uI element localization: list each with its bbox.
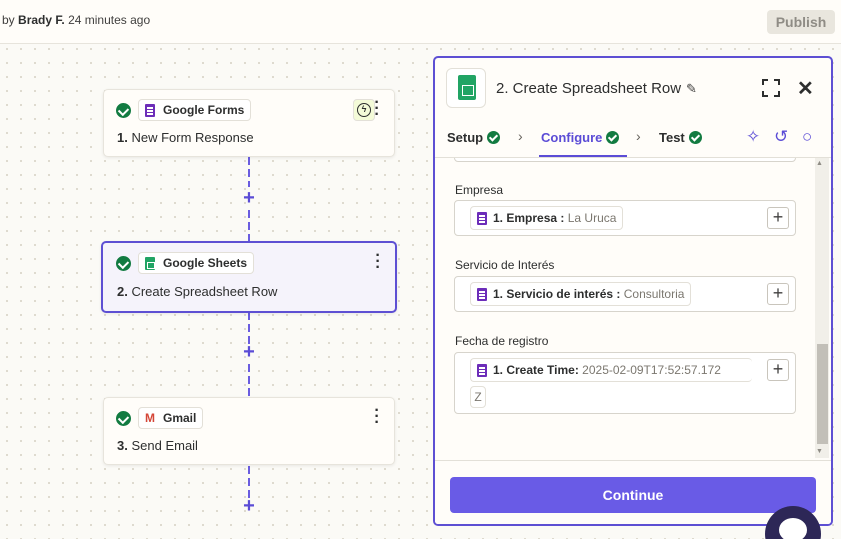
tab-test[interactable]: Test xyxy=(659,130,702,145)
panel-header: 2. Create Spreadsheet Row ✎ ✕ xyxy=(435,58,831,118)
google-forms-icon xyxy=(477,288,487,301)
check-circle-icon xyxy=(116,256,131,271)
connector-line xyxy=(248,312,250,344)
connector-line xyxy=(248,210,250,242)
add-step-plus-icon[interactable]: + xyxy=(240,342,258,362)
check-circle-icon xyxy=(116,411,131,426)
tab-setup[interactable]: Setup xyxy=(447,130,501,145)
step-card-2[interactable]: Google Sheets · · · 2. Create Spreadsheet … xyxy=(101,241,397,313)
mapped-data-pill[interactable]: 1. Empresa : La Uruca xyxy=(470,206,624,230)
google-sheets-icon xyxy=(446,68,486,108)
google-sheets-icon xyxy=(145,257,155,270)
add-step-plus-icon[interactable]: + xyxy=(240,188,258,208)
continue-button[interactable]: Continue xyxy=(450,477,816,513)
tab-label: Test xyxy=(659,130,685,145)
step-title-text: Create Spreadsheet Row xyxy=(131,284,278,299)
chevron-right-icon: › xyxy=(636,128,641,144)
check-circle-icon xyxy=(116,103,131,118)
editor-topbar: by Brady F. 24 minutes ago Publish xyxy=(0,0,841,44)
pill-token: 1. Servicio de interés : xyxy=(493,287,621,301)
tab-label: Setup xyxy=(447,130,484,145)
step-title-text: New Form Response xyxy=(131,130,254,145)
check-circle-icon xyxy=(487,131,501,144)
step-number: 3. xyxy=(117,438,128,453)
panel-title[interactable]: 2. Create Spreadsheet Row xyxy=(496,80,681,97)
publish-button[interactable]: Publish xyxy=(767,10,835,34)
step-title: 2. Create Spreadsheet Row xyxy=(117,284,277,299)
comment-icon[interactable]: ○ xyxy=(802,127,812,147)
pill-value: La Uruca xyxy=(567,211,617,225)
by-prefix: by xyxy=(2,13,15,27)
tab-configure[interactable]: Configure xyxy=(541,130,620,145)
pill-token: 1. Create Time: xyxy=(493,363,579,377)
pill-value: Consultoria xyxy=(623,287,685,301)
google-forms-icon xyxy=(477,212,487,225)
add-step-plus-icon[interactable]: + xyxy=(240,496,258,516)
app-name: Gmail xyxy=(163,411,197,425)
step-card-3[interactable]: M Gmail · · · 3. Send Email xyxy=(103,397,395,465)
step-title-text: Send Email xyxy=(131,438,198,453)
insert-data-button[interactable]: + xyxy=(767,207,789,229)
pill-value-continuation[interactable]: Z xyxy=(470,386,486,408)
field-input-servicio[interactable]: 1. Servicio de interés : Consultoria + xyxy=(454,276,796,312)
pencil-icon[interactable]: ✎ xyxy=(686,81,697,97)
gmail-icon: M xyxy=(145,411,155,425)
ai-sparkle-icon[interactable]: ✧ xyxy=(746,127,760,147)
panel-tabs: Setup › Configure › Test ✧ ↺ ○ xyxy=(435,118,831,158)
app-name: Google Forms xyxy=(163,103,245,117)
close-icon[interactable]: ✕ xyxy=(797,76,814,101)
trigger-badge: ϟ xyxy=(353,99,375,121)
field-label: Empresa xyxy=(455,183,504,197)
insert-data-button[interactable]: + xyxy=(767,359,789,381)
expand-icon[interactable] xyxy=(762,79,780,97)
previous-field-box[interactable] xyxy=(454,158,796,162)
step-title: 1. New Form Response xyxy=(117,130,254,145)
pill-token: 1. Empresa : xyxy=(493,211,565,225)
step-title: 3. Send Email xyxy=(117,438,198,453)
field-label: Fecha de registro xyxy=(455,334,549,348)
app-name: Google Sheets xyxy=(163,256,248,270)
time-ago: 24 minutes ago xyxy=(68,13,151,27)
active-tab-indicator xyxy=(539,155,627,157)
google-forms-icon xyxy=(477,364,487,377)
insert-data-button[interactable]: + xyxy=(767,283,789,305)
mapped-data-pill[interactable]: 1. Create Time: 2025-02-09T17:52:57.172 xyxy=(470,358,752,382)
field-input-fecha[interactable]: 1. Create Time: 2025-02-09T17:52:57.172 … xyxy=(454,352,796,414)
pill-value: 2025-02-09T17:52:57.172 xyxy=(582,363,721,377)
connector-line xyxy=(248,157,250,187)
undo-icon[interactable]: ↺ xyxy=(774,127,788,147)
panel-fields-scroll[interactable]: Empresa 1. Empresa : La Uruca + Servicio… xyxy=(435,158,831,458)
app-chip: M Gmail xyxy=(138,407,204,429)
bolt-icon: ϟ xyxy=(357,103,371,117)
more-options-icon[interactable]: · · · xyxy=(374,95,380,123)
scroll-up-arrow-icon[interactable]: ▲ xyxy=(816,160,823,167)
step-config-panel: 2. Create Spreadsheet Row ✎ ✕ Setup › Co… xyxy=(433,56,833,526)
scroll-down-arrow-icon[interactable]: ▼ xyxy=(816,448,823,455)
field-label: Servicio de Interés xyxy=(455,258,555,272)
scrollbar-thumb[interactable] xyxy=(817,344,828,444)
app-chip: Google Sheets xyxy=(138,252,255,274)
more-options-icon[interactable]: · · · xyxy=(375,248,381,276)
step-card-1[interactable]: Google Forms ϟ · · · 1. New Form Response xyxy=(103,89,395,157)
check-circle-icon xyxy=(606,131,620,144)
connector-line xyxy=(248,466,250,498)
tab-label: Configure xyxy=(541,130,603,145)
field-input-empresa[interactable]: 1. Empresa : La Uruca + xyxy=(454,200,796,236)
mapped-data-pill[interactable]: 1. Servicio de interés : Consultoria xyxy=(470,282,692,306)
step-number: 2. xyxy=(117,284,128,299)
google-forms-icon xyxy=(145,104,155,117)
author-name: Brady F. xyxy=(18,13,65,27)
more-options-icon[interactable]: · · · xyxy=(374,403,380,431)
check-circle-icon xyxy=(688,131,702,144)
step-number: 1. xyxy=(117,130,128,145)
app-chip: Google Forms xyxy=(138,99,252,121)
last-edited-info: by Brady F. 24 minutes ago xyxy=(2,13,150,27)
connector-line xyxy=(248,364,250,396)
chevron-right-icon: › xyxy=(518,128,523,144)
